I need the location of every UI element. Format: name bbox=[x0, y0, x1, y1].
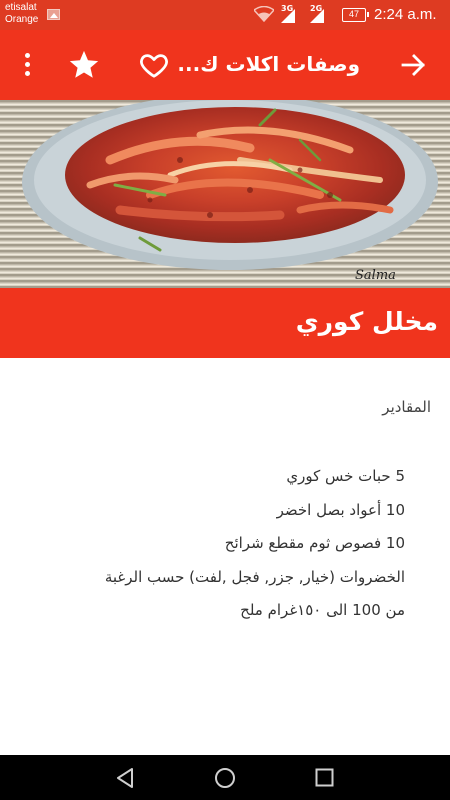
battery-icon: 47 bbox=[342, 8, 369, 22]
signal-icon bbox=[281, 9, 295, 23]
recipe-content: المقادير 5 حبات خس كوري 10 أعواد بصل اخض… bbox=[0, 358, 450, 755]
carrier-line2: Orange bbox=[5, 14, 39, 25]
ingredients-list: 5 حبات خس كوري 10 أعواد بصل اخضر 10 فصوص… bbox=[5, 460, 405, 628]
nav-back-icon[interactable] bbox=[115, 767, 135, 789]
gallery-icon bbox=[47, 9, 60, 20]
app-toolbar: وصفات اكلات ك... bbox=[0, 30, 450, 100]
system-nav-bar bbox=[0, 755, 450, 800]
ingredient-item: من 100 الى ١٥٠غرام ملح bbox=[240, 601, 405, 619]
ingredients-heading: المقادير bbox=[382, 398, 431, 416]
arrow-forward-icon[interactable] bbox=[401, 53, 427, 77]
status-bar: etisalat Orange 3G 2G 47 2:24 a.m. bbox=[0, 0, 450, 30]
more-vert-icon[interactable] bbox=[17, 52, 37, 78]
nav-home-icon[interactable] bbox=[214, 767, 236, 789]
star-icon[interactable] bbox=[66, 48, 102, 82]
ingredient-item: 10 فصوص ثوم مقطع شرائح bbox=[224, 534, 405, 552]
ingredient-item: الخضروات (خيار, جزر, فجل ,لفت) حسب الرغب… bbox=[104, 567, 405, 586]
recipe-image: Salma bbox=[0, 100, 450, 288]
image-watermark: Salma bbox=[355, 268, 396, 283]
toolbar-title: وصفات اكلات ك... bbox=[177, 52, 360, 76]
ingredient-item: 10 أعواد بصل اخضر bbox=[276, 500, 405, 519]
heart-outline-icon[interactable] bbox=[138, 50, 170, 80]
carrier-line1: etisalat bbox=[5, 2, 37, 13]
recipe-title-band: مخلل كوري bbox=[0, 288, 450, 358]
wifi-icon bbox=[254, 6, 274, 22]
status-clock: 2:24 a.m. bbox=[374, 6, 437, 23]
ingredient-item: 5 حبات خس كوري bbox=[286, 467, 405, 485]
nav-recents-icon[interactable] bbox=[315, 768, 334, 787]
recipe-title: مخلل كوري bbox=[295, 307, 438, 336]
carrier-label: etisalat Orange bbox=[5, 2, 38, 26]
signal-icon bbox=[310, 9, 324, 23]
